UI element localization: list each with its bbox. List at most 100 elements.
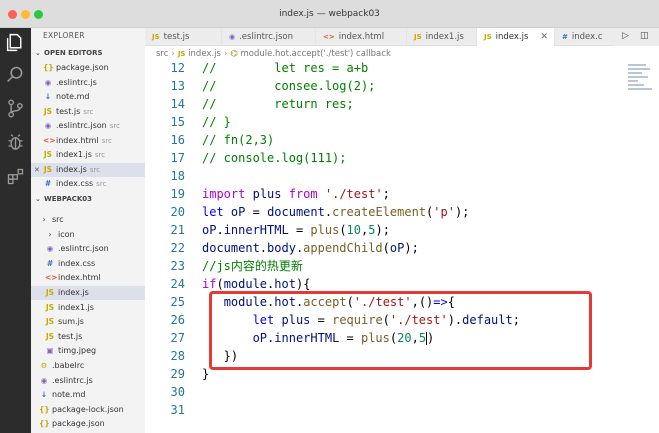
search-icon[interactable] [5, 64, 26, 85]
file-type-icon: › [48, 229, 52, 239]
code-token: appendChild [303, 241, 383, 255]
code-token: ( [382, 241, 390, 255]
tree-item[interactable]: › icon [31, 228, 145, 242]
tree-item[interactable]: JS index.js [31, 286, 145, 300]
file-name: package.json [56, 63, 109, 72]
code-line: 14 // return res; [145, 95, 625, 113]
tree-item[interactable]: JS index1.js [31, 301, 145, 315]
tab--eslintrc-json[interactable]: ◉ .eslintrc.json [222, 28, 316, 46]
line-number: 20 [170, 205, 185, 219]
code-line: 15 // } [145, 113, 625, 131]
code-text: //js内容的热更新 [202, 257, 303, 275]
minimap[interactable] [625, 62, 659, 433]
activity-bar [0, 28, 31, 433]
file-name: src [52, 215, 64, 224]
code-token: body [267, 241, 296, 255]
breadcrumb-file[interactable]: index.js [188, 49, 221, 59]
file-name: test.js [56, 106, 81, 116]
code-token: from [288, 187, 318, 201]
file-folder-hint: src [89, 165, 101, 174]
source-control-icon[interactable] [5, 98, 26, 119]
line-number: 28 [170, 349, 185, 363]
line-number: 23 [170, 259, 185, 273]
line-number: 18 [170, 169, 185, 183]
tab-index1-js[interactable]: JS index1.js [407, 28, 477, 46]
file-name: note.md [56, 92, 90, 101]
tree-item[interactable]: JS test.js [31, 330, 145, 344]
open-editors-header[interactable]: ⌄ OPEN EDITORS [31, 47, 145, 60]
tree-item[interactable]: › src [31, 213, 145, 227]
open-editor-item[interactable]: ✕ JS index.js src [31, 162, 145, 177]
close-icon[interactable]: ✕ [540, 28, 548, 46]
file-name: .eslintrc.js [52, 375, 93, 385]
open-editor-item[interactable]: {} package.json [31, 61, 145, 75]
code-line: 30 [145, 383, 625, 401]
file-type-icon: <> [43, 135, 56, 145]
split-editor-icon[interactable]: ◫ [640, 31, 649, 41]
line-number: 30 [170, 385, 185, 399]
file-folder-hint: src [96, 180, 107, 188]
line-number: 29 [170, 367, 185, 381]
file-name: test.js [58, 331, 83, 341]
run-icon[interactable]: ▷ [622, 31, 629, 41]
tree-item[interactable]: ▣ timg.jpeg [31, 344, 145, 358]
breadcrumb-src[interactable]: src [156, 49, 168, 59]
explorer-icon[interactable] [5, 32, 26, 53]
file-name: .eslintrc.json [56, 121, 107, 130]
code-token: ; [382, 187, 390, 201]
tab-test-js[interactable]: JS test.js [145, 28, 222, 46]
tree-item[interactable]: ◉ .eslintrc.json [31, 242, 145, 256]
project-header[interactable]: ⌄ WEBPACK03 [31, 193, 145, 206]
line-number: 25 [170, 295, 185, 309]
tree-item[interactable]: # index.css [31, 257, 145, 271]
tab-label: index1.js [425, 32, 464, 42]
file-type-icon: ◉ [46, 244, 54, 254]
extensions-icon[interactable] [5, 166, 26, 187]
tab-bar: JS test.js ◉ .eslintrc.json <> index.html JS in… [145, 28, 659, 46]
code-token: ); [404, 241, 419, 255]
tree-item[interactable]: <>index.html [31, 271, 145, 285]
file-name: timg.jpeg [58, 346, 97, 356]
tab-index-js[interactable]: JS index.js ✕ [477, 28, 555, 46]
file-type-icon: ▣ [46, 346, 54, 356]
title-bar: index.js — webpack03 [0, 0, 659, 28]
explorer-sidebar: EXPLORER ⌄ OPEN EDITORS {} package.json ◉ .e… [31, 28, 145, 433]
tree-item[interactable]: ↓ note.md [31, 388, 145, 402]
file-name: .eslintrc.json [58, 244, 109, 254]
window-title: index.js — webpack03 [279, 9, 380, 19]
close-icon[interactable]: ✕ [34, 163, 40, 177]
tab-index-c[interactable]: # index.c [555, 28, 615, 46]
open-editor-item[interactable]: ↓ note.md [31, 90, 145, 104]
open-editor-item[interactable]: ◉ .eslintrc.js [31, 76, 145, 90]
code-text: oP.innerHTML = plus(10,5); [202, 221, 390, 239]
open-editor-item[interactable]: JS test.js src [31, 105, 145, 119]
file-name: index.html [58, 273, 101, 283]
code-token: ( [216, 277, 224, 291]
file-type-icon: ◉ [229, 33, 236, 41]
code-token: module [223, 277, 268, 291]
tree-item[interactable]: ◉ .eslintrc.js [31, 374, 145, 388]
tree-item[interactable]: {} package-lock.json [31, 403, 145, 417]
line-number: 22 [170, 241, 185, 255]
file-folder-hint: src [83, 107, 94, 116]
file-type-icon: {} [39, 404, 50, 414]
tree-item[interactable]: JS sum.js [31, 315, 145, 329]
open-editor-item[interactable]: <>index.html src [31, 134, 145, 148]
open-editor-item[interactable]: # index.css src [31, 177, 145, 191]
tree-item[interactable]: ⚙ .babelrc [31, 359, 145, 373]
code-editor[interactable]: 12 // let res = a+b 13 // consee.log(2); 14 /… [145, 61, 625, 433]
code-token: './test' [324, 187, 383, 201]
code-token: } [202, 367, 210, 381]
file-name: icon [58, 229, 75, 239]
open-editor-item[interactable]: JS index1.js src [31, 148, 145, 162]
tab-label: .eslintrc.json [239, 32, 293, 42]
breadcrumb-symbol[interactable]: module.hot.accept('./test') callback [240, 49, 390, 59]
tab-index-html[interactable]: <> index.html [316, 28, 407, 46]
tree-item[interactable]: {} package.json [31, 417, 145, 431]
open-editor-item[interactable]: ◉ .eslintrc.json src [31, 119, 145, 133]
debug-icon[interactable] [5, 132, 26, 153]
code-line: 23 //js内容的热更新 [145, 257, 625, 275]
line-number: 24 [170, 277, 185, 291]
explorer-title: EXPLORER [43, 31, 85, 40]
